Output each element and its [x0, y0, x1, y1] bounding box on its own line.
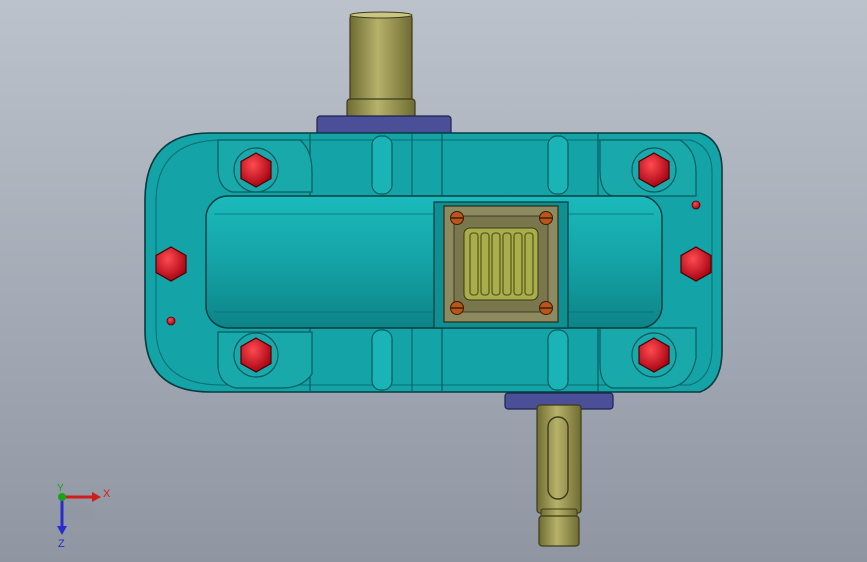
gearbox-model[interactable]: X Y Z [0, 0, 867, 562]
vent-grille [463, 227, 539, 301]
x-axis-label: X [103, 488, 111, 500]
bolt-top-right[interactable] [631, 147, 677, 193]
output-shaft[interactable] [536, 404, 582, 547]
bolt-bottom-left[interactable] [233, 332, 279, 378]
cover-screw[interactable] [539, 211, 553, 225]
cover-screw[interactable] [450, 301, 464, 315]
dowel-pin[interactable] [166, 316, 176, 326]
cad-viewport[interactable]: X Y Z [0, 0, 867, 562]
y-axis-label: Y [57, 483, 64, 494]
cover-screw[interactable] [450, 211, 464, 225]
bolt-bottom-right[interactable] [631, 332, 677, 378]
input-shaft[interactable] [346, 11, 416, 120]
y-axis-arrow [58, 493, 66, 501]
cover-screw[interactable] [539, 301, 553, 315]
inspection-cover[interactable] [433, 201, 569, 329]
bolt-top-left[interactable] [233, 147, 279, 193]
z-axis-label: Z [58, 538, 65, 550]
coordinate-triad: X Y Z [57, 483, 111, 550]
dowel-pin[interactable] [691, 200, 701, 210]
